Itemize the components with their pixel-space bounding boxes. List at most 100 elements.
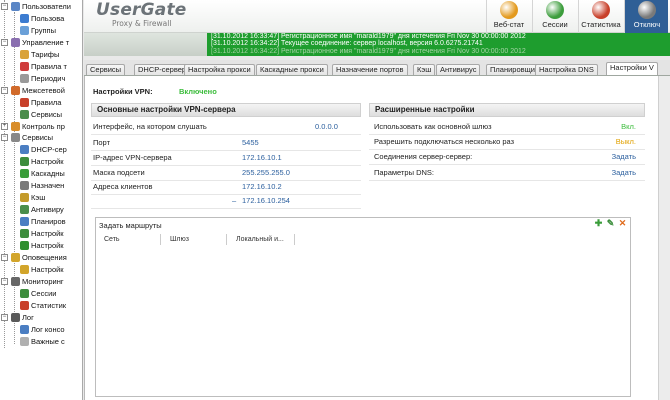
client-range-end[interactable]: 172.16.10.254 [242,196,290,205]
tree-item-label: Настройк [31,157,64,167]
tree-item[interactable]: Группы [0,25,82,37]
log-icon [11,312,20,322]
tree-item[interactable]: Лог консо [0,324,82,336]
tree-toggle-icon[interactable]: − [1,134,8,142]
sessions-icon [546,1,564,19]
tree-item[interactable]: Правила т [0,61,82,73]
edit-route-icon[interactable]: ✎ [606,219,615,228]
route-column-header[interactable]: Шлюз [167,234,227,245]
alerts-icon [11,252,20,262]
field-value[interactable]: 5455 [242,138,259,147]
tree-toggle-icon[interactable]: − [1,38,8,46]
toolbar-button[interactable]: Сессии [532,0,576,33]
advanced-label: Соединения сервер-сервер: [374,152,473,161]
field-value[interactable]: 255.255.255.0 [242,168,290,177]
tree-item[interactable]: Сервисы [0,109,82,121]
field-value[interactable]: 0.0.0.0 [315,122,338,131]
tree-item[interactable]: − Пользователи [0,1,82,13]
tree-toggle-icon[interactable]: − [1,253,8,261]
tree-item-label: Лог [22,312,34,322]
tree-item[interactable]: Важные с [0,336,82,348]
usergate-logo: UserGate [96,0,187,20]
web-stat-icon [500,1,518,19]
clock-icon [20,73,29,83]
tree-item[interactable]: Сессии [0,288,82,300]
advanced-value[interactable]: Выкл. [616,137,636,146]
tree-toggle-icon[interactable]: − [1,277,8,285]
tree-item-label: Настройк [31,229,64,239]
tree-item-label: Сервисы [31,109,63,119]
tab-7[interactable]: Антивирус [436,64,481,75]
add-route-icon[interactable]: ✚ [594,219,603,228]
advanced-value[interactable]: Задать [612,168,636,177]
log-line: [31.10.2012 16:34:22] Регистрационное им… [211,47,526,55]
tab-9[interactable]: Настройка DNS [535,64,598,75]
tab-4[interactable]: Каскадные прокси [256,64,328,75]
tree-item[interactable]: Статистик [0,300,82,312]
tab-10[interactable]: Настройки V [606,62,658,75]
tab-1[interactable]: Сервисы [86,64,126,75]
tab-3[interactable]: Настройка прокси [184,64,255,75]
tree-item-label: Каскадны [31,169,65,179]
row-divider [369,134,645,135]
vertical-scrollbar[interactable] [658,76,670,400]
tree-item[interactable]: Настройк [0,264,82,276]
toolbar-button[interactable]: Статистика [578,0,622,33]
tab-6[interactable]: Кэш [413,64,436,75]
tree-item[interactable]: − Лог [0,312,82,324]
log-line: [31.10.2012 16:34:22] Текущее соединение… [211,40,483,48]
tree-item[interactable]: Правила [0,97,82,109]
tree-item[interactable]: DHCP-сер [0,144,82,156]
route-column-header[interactable]: Сеть [101,234,161,245]
tree-item[interactable]: − Межсетевой [0,85,82,97]
dhcp-icon [20,145,29,155]
client-range-dash: – [232,196,237,205]
tree-item[interactable]: Пользова [0,13,82,25]
tab-2[interactable]: DHCP-сервер [134,64,191,75]
tree-item[interactable]: Антивиру [0,204,82,216]
navigation-tree[interactable]: − Пользователи Пользова Группы − Управление т… [0,0,83,400]
toolbar-button[interactable]: Веб-стат [486,0,530,33]
delete-route-icon[interactable]: ✕ [618,219,627,228]
tree-item[interactable]: − Управление т [0,37,82,49]
field-value[interactable]: 172.16.10.2 [242,182,282,191]
tab-5[interactable]: Назначение портов [332,64,408,75]
tree-item[interactable]: + Контроль пр [0,121,82,133]
alert-settings-icon [20,264,29,274]
row-divider [369,164,645,165]
disconnect-icon [638,1,656,19]
tree-toggle-icon[interactable]: − [1,313,8,321]
tree-item[interactable]: Назначен [0,180,82,192]
rule-icon [20,61,29,71]
tree-item[interactable]: Тарифы [0,49,82,61]
toolbar-button[interactable]: Отключ [624,0,668,33]
tree-item[interactable]: Кэш [0,192,82,204]
advanced-value[interactable]: Вкл. [621,122,636,131]
tree-item[interactable]: Планиров [0,216,82,228]
tree-item[interactable]: Настройк [0,228,82,240]
tree-toggle-icon[interactable]: − [1,3,8,10]
service-icon [20,109,29,119]
tree-item[interactable]: − Мониторинг [0,276,82,288]
tree-item[interactable]: Каскадны [0,168,82,180]
tree-item[interactable]: − Сервисы [0,132,82,144]
tree-toggle-icon[interactable]: − [1,86,8,94]
tab-8[interactable]: Планировщик [486,64,543,75]
antivirus-icon [20,205,29,215]
row-divider [369,149,645,150]
tree-item[interactable]: Периодич [0,73,82,85]
tree-item[interactable]: Настройк [0,240,82,252]
traffic-icon [11,37,20,47]
tree-item[interactable]: − Оповещения [0,252,82,264]
field-value[interactable]: 172.16.10.1 [242,153,282,162]
control-icon [11,121,20,131]
vpn-status-label: Настройки VPN: [93,87,153,96]
advanced-settings-header: Расширенные настройки [369,103,645,117]
user-icon [20,13,29,23]
advanced-value[interactable]: Задать [612,152,636,161]
tree-item[interactable]: Настройк [0,156,82,168]
advanced-label: Использовать как основной шлюз [374,122,492,131]
tree-toggle-icon[interactable]: + [1,122,8,130]
route-column-header[interactable]: Локальный и... [233,234,295,245]
vpn-status-value[interactable]: Включено [179,87,217,96]
